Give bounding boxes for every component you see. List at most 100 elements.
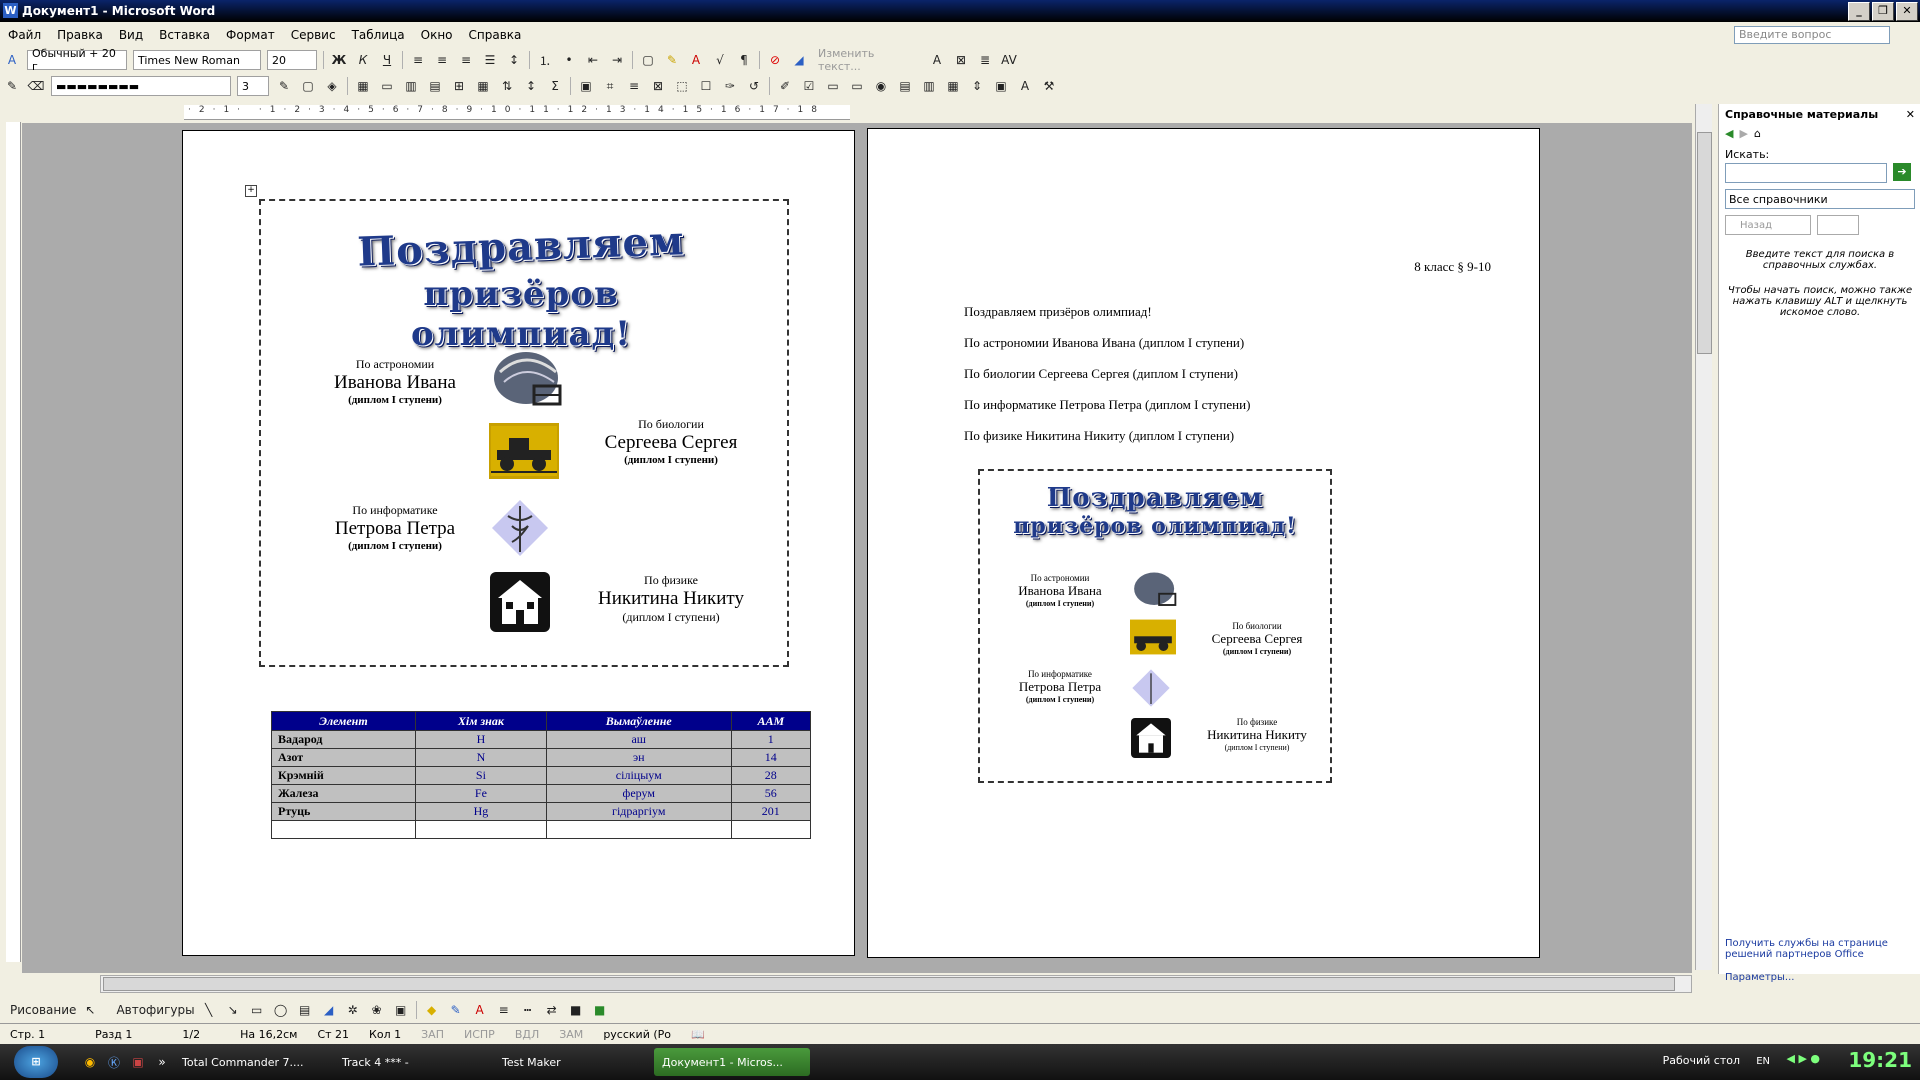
close-button[interactable]: ✕ (1896, 2, 1918, 21)
equation-icon[interactable]: √ (710, 50, 730, 70)
helmet-icon[interactable] (489, 347, 569, 413)
search-go-icon[interactable]: ➔ (1893, 163, 1911, 181)
close-icon[interactable]: ✕ (1906, 108, 1915, 121)
textbox-icon[interactable]: ▭ (823, 76, 843, 96)
more-controls-icon[interactable]: ⚒ (1039, 76, 1059, 96)
toggle-icon[interactable]: ▦ (943, 76, 963, 96)
spelling-status-icon[interactable]: 📖 (681, 1028, 715, 1041)
drawing-menu[interactable]: Рисование (10, 1000, 76, 1020)
quicklaunch-icon[interactable]: Ⓚ (104, 1052, 124, 1072)
eraser-icon[interactable]: ⌫ (26, 76, 46, 96)
compress-icon[interactable]: ⊠ (648, 76, 668, 96)
horizontal-scrollbar[interactable] (100, 975, 1692, 993)
vertical-scrollbar[interactable] (1695, 104, 1712, 970)
house-icon[interactable] (1130, 717, 1172, 759)
design-mode-icon[interactable]: ✐ (775, 76, 795, 96)
bold-button[interactable]: Ж (329, 50, 349, 70)
select-objects-icon[interactable]: ↖ (80, 1000, 100, 1020)
menu-table[interactable]: Таблица (344, 28, 413, 42)
start-button[interactable]: ⊞ (14, 1046, 58, 1078)
checkbox-icon[interactable]: ☑ (799, 76, 819, 96)
italic-button[interactable]: К (353, 50, 373, 70)
back-button[interactable]: Назад (1725, 215, 1811, 235)
line-style-draw-icon[interactable]: ≡ (494, 1000, 514, 1020)
source-select[interactable]: Все справочники (1725, 189, 1915, 209)
maximize-button[interactable]: ❐ (1872, 2, 1894, 21)
dash-style-icon[interactable]: ┅ (518, 1000, 538, 1020)
crop-icon[interactable]: ⌗ (600, 76, 620, 96)
shading-icon[interactable]: ◈ (322, 76, 342, 96)
vertical-ruler[interactable] (6, 122, 21, 962)
change-text-button[interactable]: Изменить текст... (814, 47, 922, 73)
autoshapes-menu[interactable]: Автофигуры (116, 1000, 194, 1020)
list-icon[interactable]: ▤ (895, 76, 915, 96)
wordart-gallery-icon[interactable]: A (927, 50, 947, 70)
table-row[interactable] (271, 820, 812, 839)
arrow-style-icon[interactable]: ⇄ (542, 1000, 562, 1020)
decrease-indent-icon[interactable]: ⇤ (583, 50, 603, 70)
menu-edit[interactable]: Правка (49, 28, 111, 42)
label-control-icon[interactable]: A (1015, 76, 1035, 96)
button-control-icon[interactable]: ▭ (847, 76, 867, 96)
wordart-icon[interactable]: ◢ (789, 50, 809, 70)
line-tool-icon[interactable]: ╲ (199, 1000, 219, 1020)
wordart-tool-icon[interactable]: ◢ (319, 1000, 339, 1020)
taskbar-item-track[interactable]: Track 4 *** - (334, 1048, 490, 1076)
wordart-greeting[interactable]: Поздравляем призёров олимпиад! (321, 217, 721, 354)
picture-tool-icon[interactable]: ▣ (391, 1000, 411, 1020)
tractor-icon[interactable] (489, 423, 559, 479)
outside-border-icon[interactable]: ▢ (298, 76, 318, 96)
back-arrow-icon[interactable]: ◀ (1725, 127, 1733, 140)
highlight-icon[interactable]: ✎ (662, 50, 682, 70)
forward-arrow-icon[interactable]: ▶ (1739, 127, 1747, 140)
rectangle-tool-icon[interactable]: ▭ (247, 1000, 267, 1020)
spin-icon[interactable]: ⇕ (967, 76, 987, 96)
partner-services-link[interactable]: Получить службы на странице решений парт… (1725, 938, 1915, 960)
picture-icon[interactable]: ▣ (576, 76, 596, 96)
combo-control-icon[interactable]: ▥ (919, 76, 939, 96)
ask-question-input[interactable]: Введите вопрос (1734, 26, 1890, 44)
caduceus-icon[interactable] (1130, 667, 1172, 709)
reset-picture-icon[interactable]: ↺ (744, 76, 764, 96)
menu-file[interactable]: Файл (0, 28, 49, 42)
font-color-icon[interactable]: A (686, 50, 706, 70)
menu-tools[interactable]: Сервис (283, 28, 344, 42)
status-ext[interactable]: ВДЛ (505, 1028, 549, 1041)
quicklaunch-more-icon[interactable]: » (152, 1052, 172, 1072)
font-size-combo[interactable]: 20 (267, 50, 317, 70)
menu-help[interactable]: Справка (461, 28, 530, 42)
align-right-icon[interactable]: ≡ (456, 50, 476, 70)
radio-icon[interactable]: ◉ (871, 76, 891, 96)
wordart-format-icon[interactable]: ⊠ (951, 50, 971, 70)
arrow-tool-icon[interactable]: ↘ (223, 1000, 243, 1020)
quicklaunch-icon[interactable]: ▣ (128, 1052, 148, 1072)
line-style-icon[interactable]: ≡ (624, 76, 644, 96)
search-input[interactable] (1725, 163, 1887, 183)
table-move-handle[interactable]: + (245, 185, 257, 197)
3d-icon[interactable]: ■ (590, 1000, 610, 1020)
align-center-icon[interactable]: ≡ (432, 50, 452, 70)
tray-icons[interactable]: ◀ ▶ ● (1786, 1052, 1820, 1065)
language-indicator[interactable]: EN (1756, 1056, 1770, 1067)
styles-icon[interactable]: A (2, 50, 22, 70)
vertical-scroll-thumb[interactable] (1697, 132, 1712, 354)
fill-color-icon[interactable]: ◆ (422, 1000, 442, 1020)
draw-table-icon[interactable]: ✎ (2, 76, 22, 96)
insert-table-icon[interactable]: ▦ (353, 76, 373, 96)
caduceus-icon[interactable] (489, 497, 551, 559)
taskbar-item-test-maker[interactable]: Test Maker (494, 1048, 650, 1076)
sort-icon[interactable]: ↕ (521, 76, 541, 96)
align-cell-icon[interactable]: ▤ (425, 76, 445, 96)
stop-icon[interactable]: ⊘ (765, 50, 785, 70)
underline-button[interactable]: Ч (377, 50, 397, 70)
diagram-tool-icon[interactable]: ✲ (343, 1000, 363, 1020)
numbering-icon[interactable]: ⒈ (535, 50, 555, 70)
textbox-tool-icon[interactable]: ▤ (295, 1000, 315, 1020)
text-direction-icon[interactable]: ⇅ (497, 76, 517, 96)
line-spacing-icon[interactable]: ↕ (504, 50, 524, 70)
status-trk[interactable]: ИСПР (454, 1028, 505, 1041)
menu-format[interactable]: Формат (218, 28, 283, 42)
options-link[interactable]: Параметры... (1725, 972, 1915, 983)
text-wrap-icon[interactable]: ⬚ (672, 76, 692, 96)
autoformat-icon[interactable]: ▦ (473, 76, 493, 96)
